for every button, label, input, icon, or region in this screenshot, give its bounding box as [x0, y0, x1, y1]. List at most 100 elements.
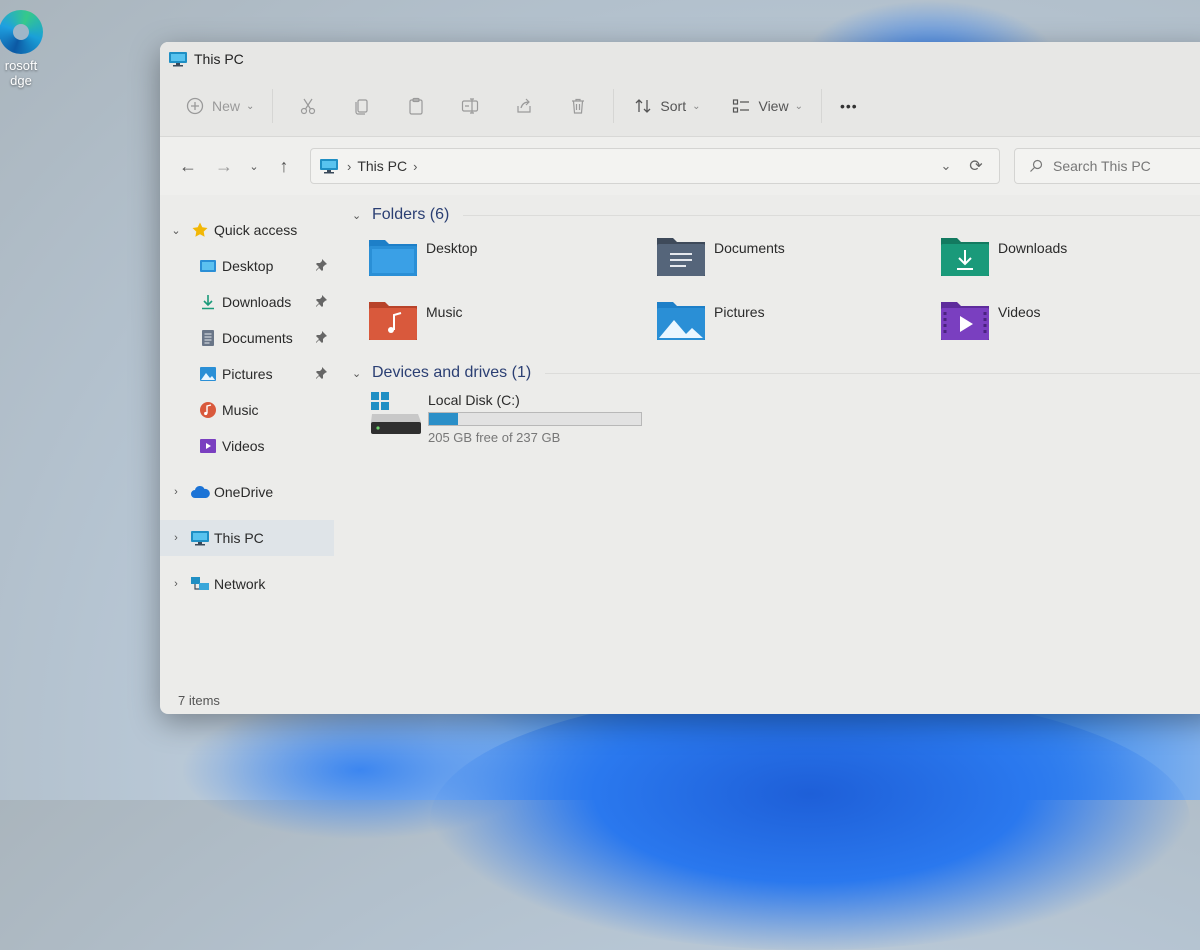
edge-label-line1: rosoft: [4, 58, 38, 73]
desktop-edge-shortcut[interactable]: rosoft dge: [0, 10, 56, 88]
pictures-folder-icon: [657, 302, 705, 340]
wallpaper-bloom: [430, 690, 1190, 950]
desktop-folder-icon: [198, 256, 218, 276]
breadcrumb-separator-icon: ›: [347, 158, 352, 174]
new-button[interactable]: New ⌄: [174, 89, 264, 123]
folder-name: Downloads: [998, 240, 1068, 256]
drives-group-title: Devices and drives (1): [372, 364, 532, 381]
delete-button[interactable]: [551, 86, 605, 126]
chevron-down-icon: ⌄: [249, 160, 259, 173]
recent-locations-button[interactable]: ⌄: [242, 149, 266, 183]
separator: [613, 89, 615, 123]
documents-folder-icon: [657, 238, 705, 276]
downloads-icon: [198, 292, 218, 312]
rename-icon: [462, 98, 479, 114]
title-bar: This PC: [160, 42, 1200, 76]
folder-desktop[interactable]: Desktop: [368, 234, 656, 292]
search-placeholder: Search This PC: [1053, 158, 1151, 174]
chevron-down-icon[interactable]: ⌄: [352, 367, 370, 380]
breadcrumb-this-pc[interactable]: This PC: [357, 158, 407, 174]
sort-arrows-icon: [632, 95, 654, 117]
group-divider: [463, 214, 1200, 216]
search-input[interactable]: Search This PC: [1014, 148, 1200, 184]
sidebar-item-label: Documents: [222, 330, 293, 346]
chevron-down-icon[interactable]: ⌄: [168, 224, 184, 237]
pin-icon[interactable]: [314, 366, 328, 380]
breadcrumb-separator-icon[interactable]: ›: [413, 159, 417, 174]
this-pc-icon: [190, 528, 210, 548]
sidebar-item-downloads[interactable]: Downloads: [160, 284, 334, 320]
desktop-folder-icon: [369, 240, 417, 276]
arrow-right-icon: →: [215, 155, 233, 176]
file-explorer-window: This PC New ⌄ Sort ⌄ View ⌄ ••• ← → ⌄ ↑ …: [160, 42, 1200, 714]
refresh-button[interactable]: ⟳: [961, 156, 991, 176]
documents-icon: [198, 328, 218, 348]
sidebar-item-this-pc[interactable]: › This PC: [160, 520, 334, 556]
view-button[interactable]: View ⌄: [720, 89, 812, 123]
folder-name: Music: [426, 304, 463, 320]
sort-label: Sort: [660, 98, 687, 114]
folders-group-title: Folders (6): [372, 206, 450, 223]
music-icon: [198, 400, 218, 420]
sidebar-item-music[interactable]: Music: [160, 392, 334, 428]
pictures-icon: [198, 364, 218, 384]
folder-pictures[interactable]: Pictures: [656, 298, 940, 356]
pin-icon[interactable]: [314, 330, 328, 344]
copy-icon: [355, 99, 369, 115]
chevron-right-icon[interactable]: ›: [168, 578, 184, 590]
forward-button[interactable]: →: [206, 149, 242, 183]
rename-button[interactable]: [443, 86, 497, 126]
arrow-left-icon: ←: [179, 155, 197, 176]
sidebar-item-network[interactable]: › Network: [160, 566, 334, 602]
downloads-folder-icon: [941, 238, 989, 276]
sidebar-item-label: Videos: [222, 438, 265, 454]
more-dots-icon: •••: [839, 98, 858, 114]
folder-downloads[interactable]: Downloads: [940, 234, 1200, 292]
group-divider: [545, 372, 1200, 374]
pin-icon[interactable]: [314, 258, 328, 272]
back-button[interactable]: ←: [170, 149, 206, 183]
folder-videos[interactable]: Videos: [940, 298, 1200, 356]
sidebar-item-documents[interactable]: Documents: [160, 320, 334, 356]
chevron-right-icon[interactable]: ›: [168, 486, 184, 498]
star-icon: [190, 220, 210, 240]
folder-name: Videos: [998, 304, 1041, 320]
window-title: This PC: [194, 51, 244, 67]
sidebar-item-quick-access[interactable]: ⌄ Quick access: [160, 212, 334, 248]
copy-button[interactable]: [335, 86, 389, 126]
this-pc-icon: [169, 52, 187, 67]
sidebar-item-desktop[interactable]: Desktop: [160, 248, 334, 284]
status-item-count: 7 items: [178, 693, 220, 708]
folder-documents[interactable]: Documents: [656, 234, 940, 292]
clipboard-icon: [409, 97, 424, 115]
sidebar-item-onedrive[interactable]: › OneDrive: [160, 474, 334, 510]
cut-button[interactable]: [281, 86, 335, 126]
chevron-down-icon[interactable]: ⌄: [352, 209, 370, 222]
drive-name: Local Disk (C:): [428, 392, 520, 408]
view-label: View: [758, 98, 789, 114]
drives-group-header[interactable]: ⌄ Devices and drives (1): [344, 358, 1200, 388]
chevron-down-icon: ⌄: [246, 100, 255, 112]
share-button[interactable]: [497, 86, 551, 126]
folder-music[interactable]: Music: [368, 298, 656, 356]
chevron-right-icon[interactable]: ›: [168, 532, 184, 544]
paste-button[interactable]: [389, 86, 443, 126]
sidebar-item-label: Music: [222, 402, 259, 418]
content-area: ⌄ Quick access Desktop Downloads Documen…: [160, 194, 1200, 714]
chevron-down-icon: ⌄: [794, 100, 803, 112]
address-history-chevron-icon[interactable]: ⌄: [931, 158, 961, 174]
sidebar-item-videos[interactable]: Videos: [160, 428, 334, 464]
trash-icon: [572, 98, 585, 114]
sidebar-item-pictures[interactable]: Pictures: [160, 356, 334, 392]
pin-icon[interactable]: [314, 294, 328, 308]
folders-group-header[interactable]: ⌄ Folders (6): [344, 200, 1200, 230]
address-bar[interactable]: › This PC › ⌄ ⟳: [310, 148, 1000, 184]
videos-icon: [198, 436, 218, 456]
more-options-button[interactable]: •••: [830, 92, 868, 120]
view-list-icon: [730, 95, 752, 117]
drive-usage-fill: [429, 413, 458, 425]
drive-local-disk-c[interactable]: Local Disk (C:) 205 GB free of 237 GB: [370, 390, 1200, 445]
new-label: New: [212, 98, 241, 114]
up-button[interactable]: ↑: [266, 149, 302, 183]
sort-button[interactable]: Sort ⌄: [622, 89, 710, 123]
